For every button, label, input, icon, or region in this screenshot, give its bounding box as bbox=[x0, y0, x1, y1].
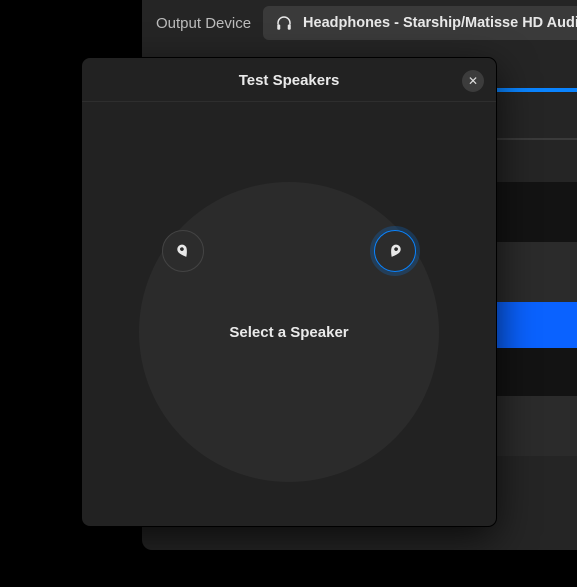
output-device-row: Output Device Headphones - Starship/Mati… bbox=[156, 6, 577, 40]
location-pin-icon bbox=[175, 243, 191, 259]
location-pin-icon bbox=[387, 243, 403, 259]
speaker-dial: Select a Speaker bbox=[82, 102, 496, 526]
dialog-title: Test Speakers bbox=[239, 72, 340, 89]
close-icon: ✕ bbox=[468, 75, 478, 87]
front-left-speaker-button[interactable] bbox=[162, 230, 204, 272]
front-right-speaker-button[interactable] bbox=[374, 230, 416, 272]
headphones-icon bbox=[275, 14, 293, 32]
output-device-label: Output Device bbox=[156, 15, 251, 32]
dialog-header: Test Speakers ✕ bbox=[82, 58, 496, 102]
output-device-selector[interactable]: Headphones - Starship/Matisse HD Audio bbox=[263, 6, 577, 40]
speaker-circle: Select a Speaker bbox=[139, 182, 439, 482]
dial-center-text: Select a Speaker bbox=[229, 324, 348, 341]
output-device-name: Headphones - Starship/Matisse HD Audio bbox=[303, 15, 577, 31]
close-button[interactable]: ✕ bbox=[462, 70, 484, 92]
test-speakers-dialog: Test Speakers ✕ Select a Speaker bbox=[82, 58, 496, 526]
